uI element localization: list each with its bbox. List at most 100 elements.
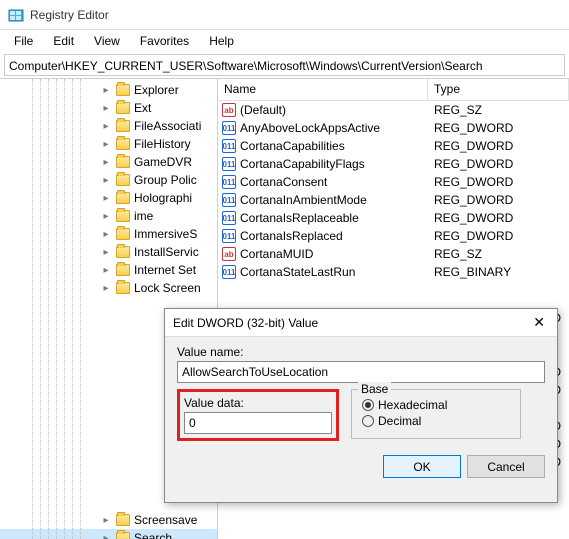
col-header-name[interactable]: Name <box>218 79 428 100</box>
list-row[interactable]: 011CortanaCapabilityFlagsREG_DWORD <box>218 155 569 173</box>
list-header[interactable]: Name Type <box>218 79 569 101</box>
col-header-type[interactable]: Type <box>428 79 569 100</box>
value-name: CortanaStateLastRun <box>240 265 355 279</box>
value-name: CortanaIsReplaceable <box>240 211 359 225</box>
tree-item-label: GameDVR <box>134 155 192 169</box>
value-icon: 011 <box>222 157 236 171</box>
value-data-highlight: Value data: <box>177 389 339 441</box>
value-type: REG_SZ <box>428 103 569 117</box>
value-icon: ab <box>222 103 236 117</box>
menu-favorites[interactable]: Favorites <box>130 32 199 50</box>
chevron-right-icon[interactable]: ▸ <box>100 139 112 150</box>
list-row[interactable]: 011 CortanaConsent REG_DWORD <box>218 173 569 191</box>
address-bar[interactable]: Computer\HKEY_CURRENT_USER\Software\Micr… <box>4 54 565 76</box>
chevron-right-icon[interactable]: ▸ <box>100 85 112 96</box>
tree-item-label: Group Polic <box>134 173 197 187</box>
folder-icon <box>116 282 130 294</box>
list-row[interactable]: 011 CortanaInAmbientMode REG_DWORD <box>218 191 569 209</box>
tree-item-label: Search <box>134 531 172 539</box>
chevron-right-icon[interactable]: ▸ <box>100 265 112 276</box>
chevron-right-icon[interactable]: ▸ <box>100 247 112 258</box>
value-name: CortanaInAmbientMode <box>240 193 367 207</box>
list-row[interactable]: ab (Default) REG_SZ <box>218 101 569 119</box>
value-name: CortanaIsReplaced <box>240 229 343 243</box>
radio-dec[interactable] <box>362 415 374 427</box>
folder-icon <box>116 84 130 96</box>
tree-item-label: Lock Screen <box>134 281 201 295</box>
window-title: Registry Editor <box>30 8 109 22</box>
value-icon: 011 <box>222 121 236 135</box>
value-icon: 011 <box>222 211 236 225</box>
menu-edit[interactable]: Edit <box>43 32 84 50</box>
value-type: REG_DWORD <box>428 229 569 243</box>
tree-item-label: Ext <box>134 101 151 115</box>
value-name-input[interactable] <box>177 361 545 383</box>
list-row[interactable]: 011 CortanaIsReplaced REG_DWORD <box>218 227 569 245</box>
ok-button[interactable]: OK <box>383 455 461 478</box>
menu-file[interactable]: File <box>4 32 43 50</box>
value-name: CortanaConsent <box>240 175 327 189</box>
chevron-right-icon[interactable]: ▸ <box>100 157 112 168</box>
tree-item-label: Explorer <box>134 83 179 97</box>
value-type: REG_DWORD <box>428 175 569 189</box>
edit-dword-dialog: Edit DWORD (32-bit) Value ✕ Value name: … <box>164 308 558 503</box>
list-row[interactable]: 011CortanaCapabilitiesREG_DWORD <box>218 137 569 155</box>
list-row[interactable]: ab CortanaMUID REG_SZ <box>218 245 569 263</box>
value-name: (Default) <box>240 103 286 117</box>
chevron-right-icon[interactable]: ▸ <box>100 229 112 240</box>
value-icon: 011 <box>222 193 236 207</box>
tree-item-label: InstallServic <box>134 245 199 259</box>
radio-hex[interactable] <box>362 399 374 411</box>
tree-item-label: FileHistory <box>134 137 191 151</box>
chevron-right-icon[interactable]: ▸ <box>100 175 112 186</box>
list-row[interactable]: 011 CortanaIsReplaceable REG_DWORD <box>218 209 569 227</box>
close-icon[interactable]: ✕ <box>529 314 549 331</box>
value-type: REG_DWORD <box>428 211 569 225</box>
value-type: REG_DWORD <box>428 193 569 207</box>
value-type: REG_BINARY <box>428 265 569 279</box>
value-type: REG_DWORD <box>428 139 569 153</box>
folder-icon <box>116 174 130 186</box>
tree-item-label: FileAssociati <box>134 119 201 133</box>
list-row[interactable]: 011CortanaStateLastRunREG_BINARY <box>218 263 569 281</box>
tree-guides <box>0 79 100 539</box>
chevron-right-icon[interactable]: ▸ <box>100 103 112 114</box>
radio-dec-row[interactable]: Decimal <box>362 414 510 428</box>
value-icon: 011 <box>222 229 236 243</box>
menu-bar: File Edit View Favorites Help <box>0 30 569 52</box>
cancel-button[interactable]: Cancel <box>467 455 545 478</box>
chevron-right-icon[interactable]: ▸ <box>100 121 112 132</box>
title-bar: Registry Editor <box>0 0 569 30</box>
value-name: AnyAboveLockAppsActive <box>240 121 380 135</box>
value-name: CortanaMUID <box>240 247 313 261</box>
value-data-label: Value data: <box>184 396 332 410</box>
chevron-right-icon[interactable]: ▸ <box>100 211 112 222</box>
list-row[interactable]: 011AnyAboveLockAppsActiveREG_DWORD <box>218 119 569 137</box>
chevron-right-icon[interactable]: ▸ <box>100 283 112 294</box>
radio-hex-row[interactable]: Hexadecimal <box>362 398 510 412</box>
tree-item-label: ime <box>134 209 153 223</box>
chevron-right-icon[interactable]: ▸ <box>100 533 112 539</box>
value-icon: 011 <box>222 175 236 189</box>
value-data-input[interactable] <box>184 412 332 434</box>
folder-icon <box>116 120 130 132</box>
folder-icon <box>116 102 130 114</box>
chevron-right-icon[interactable]: ▸ <box>100 193 112 204</box>
radio-hex-label: Hexadecimal <box>378 398 447 412</box>
folder-icon <box>116 264 130 276</box>
dialog-titlebar[interactable]: Edit DWORD (32-bit) Value ✕ <box>165 309 557 337</box>
folder-icon <box>116 246 130 258</box>
value-icon: 011 <box>222 139 236 153</box>
folder-icon <box>116 532 130 539</box>
folder-icon <box>116 210 130 222</box>
tree-item-label: Holographi <box>134 191 192 205</box>
value-type: REG_SZ <box>428 247 569 261</box>
tree-item-label: ImmersiveS <box>134 227 197 241</box>
folder-icon <box>116 228 130 240</box>
app-icon <box>8 7 24 23</box>
folder-icon <box>116 192 130 204</box>
menu-help[interactable]: Help <box>199 32 244 50</box>
value-icon: ab <box>222 247 236 261</box>
menu-view[interactable]: View <box>84 32 130 50</box>
chevron-right-icon[interactable]: ▸ <box>100 515 112 526</box>
